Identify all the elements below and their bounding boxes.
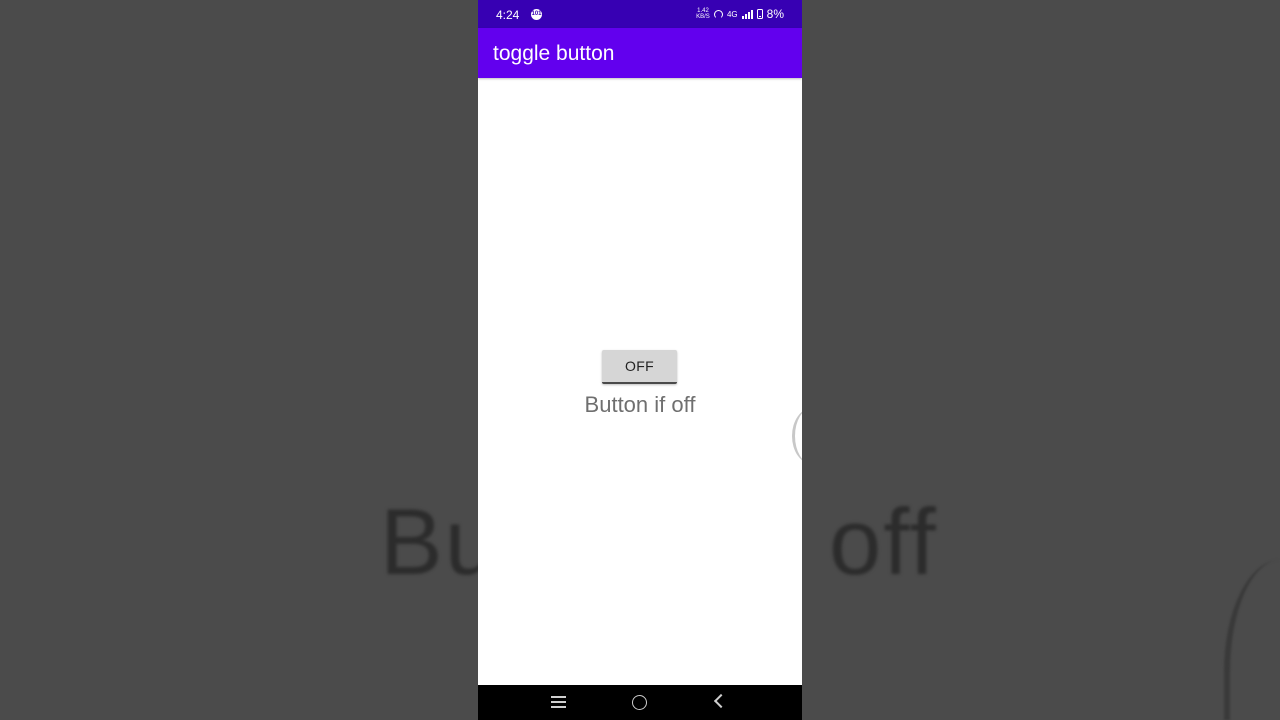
background-decoration: [1224, 560, 1280, 720]
status-time: 4:24: [496, 8, 520, 22]
network-type: 4G: [726, 9, 738, 19]
status-bar: 4:24 101 1.42 KB/S 4G 8%: [478, 0, 802, 28]
network-speed: 1.42 KB/S: [696, 8, 710, 20]
hotspot-icon: [713, 9, 723, 19]
home-icon[interactable]: [632, 695, 647, 710]
app-title: toggle button: [493, 42, 615, 65]
battery-percent: 8%: [766, 7, 784, 21]
notification-app-icon: 101: [531, 9, 542, 20]
toggle-status-text: Button if off: [584, 392, 696, 417]
back-icon[interactable]: [713, 693, 729, 709]
app-bar: toggle button: [478, 28, 802, 78]
signal-icon: [741, 9, 753, 19]
background-text-right: off: [828, 489, 938, 594]
navigation-bar: [478, 685, 802, 720]
toggle-button[interactable]: OFF: [602, 350, 677, 384]
menu-icon[interactable]: [551, 696, 566, 708]
battery-icon: [756, 9, 763, 19]
status-indicators: 1.42 KB/S 4G 8%: [696, 7, 784, 21]
phone-screen: 4:24 101 1.42 KB/S 4G 8% toggle button O…: [478, 0, 802, 720]
